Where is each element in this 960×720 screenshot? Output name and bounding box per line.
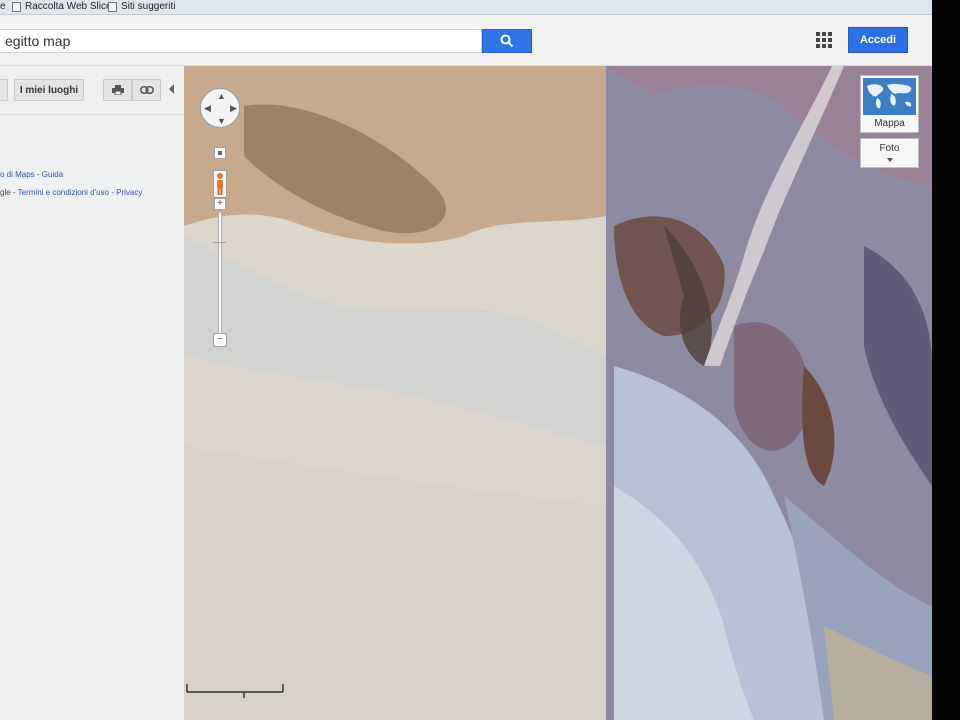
favorites-fragment-label: e	[0, 1, 6, 12]
link-separator: -	[10, 188, 18, 197]
apps-grid-icon[interactable]	[816, 32, 832, 48]
pan-up-icon[interactable]: ▲	[217, 92, 226, 101]
partial-left-button[interactable]	[0, 79, 8, 101]
terms-link[interactable]: Termini e condizioni d'uso	[18, 188, 109, 197]
search-button[interactable]	[482, 29, 532, 53]
my-places-button[interactable]: I miei luoghi	[14, 79, 84, 101]
satellite-imagery	[184, 66, 932, 720]
print-button[interactable]	[103, 79, 132, 101]
map-type-label: Mappa	[874, 118, 905, 129]
zoom-slider-track[interactable]	[218, 212, 222, 338]
maps-header: Accedi	[0, 15, 932, 66]
legal-prefix: gle	[0, 188, 11, 197]
favorite-suggested-sites[interactable]: Siti suggeriti	[108, 1, 175, 12]
maps-help-link[interactable]: o di Maps	[0, 170, 35, 179]
browser-screen: e Raccolta Web Slice Siti suggeriti Acce…	[0, 0, 932, 720]
privacy-link[interactable]: Privacy	[116, 188, 142, 197]
pegman-icon[interactable]	[213, 170, 227, 198]
signin-button[interactable]: Accedi	[848, 27, 908, 53]
print-icon	[111, 85, 124, 95]
page-icon	[108, 1, 117, 12]
chevron-left-icon[interactable]	[169, 84, 174, 94]
left-panel: I miei luoghi o di Maps - Guida gle - Te…	[0, 66, 184, 720]
photos-label: Foto	[879, 143, 900, 154]
chevron-down-icon	[886, 158, 893, 162]
favorite-web-slice[interactable]: Raccolta Web Slice	[12, 1, 112, 12]
favorite-suggested-label: Siti suggeriti	[121, 1, 176, 12]
link-icon	[139, 86, 154, 94]
pan-control-icon[interactable]: ▲ ▼ ◀ ▶	[200, 88, 240, 128]
search-box	[0, 29, 482, 53]
link-button[interactable]	[132, 79, 161, 101]
monitor-bezel	[932, 0, 960, 720]
favorite-web-slice-label: Raccolta Web Slice	[25, 1, 112, 12]
search-input[interactable]	[0, 30, 475, 52]
map-type-button[interactable]: Mappa	[860, 75, 919, 133]
pan-down-icon[interactable]: ▼	[217, 117, 226, 126]
zoom-out-button[interactable]: −	[213, 333, 227, 347]
footer-links: o di Maps - Guida gle - Termini e condiz…	[0, 166, 142, 202]
zoom-reset-button[interactable]	[214, 147, 226, 159]
pegman-figure	[217, 173, 223, 195]
left-toolbar: I miei luoghi	[0, 66, 184, 115]
photos-button[interactable]: Foto	[860, 138, 919, 168]
favorites-fragment[interactable]: e	[0, 1, 6, 12]
link-separator: -	[34, 170, 42, 179]
guide-link[interactable]: Guida	[42, 170, 63, 179]
map-canvas[interactable]: ▲ ▼ ◀ ▶ + − Mappa Foto	[184, 66, 932, 720]
favorites-bar: e Raccolta Web Slice Siti suggeriti	[0, 0, 932, 15]
zoom-slider-handle[interactable]	[213, 242, 226, 243]
world-map-thumbnail	[863, 78, 916, 115]
pan-left-icon[interactable]: ◀	[204, 104, 211, 113]
page-icon	[12, 1, 21, 12]
square-icon	[218, 151, 222, 155]
search-icon	[500, 34, 514, 48]
pan-right-icon[interactable]: ▶	[230, 104, 237, 113]
scale-bar	[186, 684, 284, 698]
zoom-in-button[interactable]: +	[214, 198, 226, 210]
